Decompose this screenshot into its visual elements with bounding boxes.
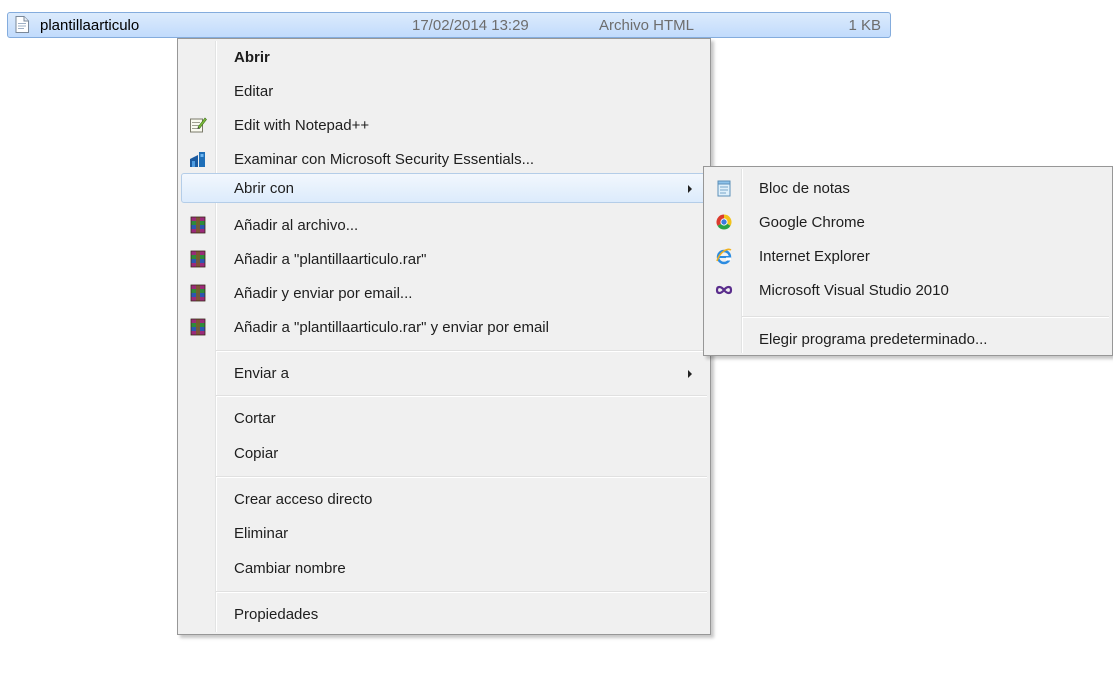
menu-item-anadir-rar[interactable]: Añadir a "plantillaarticulo.rar" <box>181 244 707 274</box>
menu-separator <box>216 476 707 478</box>
visual-studio-icon <box>715 285 733 295</box>
internet-explorer-icon <box>716 248 732 265</box>
menu-separator <box>742 316 1109 318</box>
submenu-item-google-chrome[interactable]: Google Chrome <box>707 207 1109 237</box>
menu-item-examinar-security-essentials[interactable]: Examinar con Microsoft Security Essentia… <box>181 144 707 174</box>
menu-separator <box>216 591 707 593</box>
file-row-plantillaarticulo[interactable]: plantillaarticulo 17/02/2014 13:29 Archi… <box>7 12 891 38</box>
submenu-item-bloc-de-notas[interactable]: Bloc de notas <box>707 173 1109 203</box>
menu-item-label: Añadir a "plantillaarticulo.rar" <box>234 251 427 268</box>
notepad-icon <box>717 180 731 197</box>
submenu-item-internet-explorer[interactable]: Internet Explorer <box>707 241 1109 271</box>
chrome-icon <box>716 214 732 230</box>
file-size: 1 KB <box>848 17 881 34</box>
submenu-arrow-icon <box>688 370 692 378</box>
menu-item-label: Eliminar <box>234 525 289 542</box>
menu-item-label: Añadir y enviar por email... <box>234 285 413 302</box>
menu-item-label: Enviar a <box>234 365 290 382</box>
file-date: 17/02/2014 13:29 <box>412 17 529 34</box>
menu-item-anadir-enviar-email[interactable]: Añadir y enviar por email... <box>181 278 707 308</box>
menu-item-abrir[interactable]: Abrir <box>181 42 707 72</box>
file-type: Archivo HTML <box>599 17 695 34</box>
menu-item-label: Propiedades <box>234 606 319 623</box>
submenu-item-label: Bloc de notas <box>759 180 850 197</box>
menu-item-eliminar[interactable]: Eliminar <box>181 518 707 548</box>
menu-item-label: Edit with Notepad++ <box>234 117 370 134</box>
menu-item-label: Copiar <box>234 445 279 462</box>
menu-item-label: Abrir con <box>234 180 295 197</box>
menu-item-cortar[interactable]: Cortar <box>181 403 707 433</box>
file-name[interactable]: plantillaarticulo <box>40 17 139 34</box>
winrar-icon <box>190 318 206 336</box>
menu-item-enviar-a[interactable]: Enviar a <box>181 358 707 388</box>
menu-item-label: Abrir <box>234 49 270 66</box>
menu-item-anadir-rar-enviar-email[interactable]: Añadir a "plantillaarticulo.rar" y envia… <box>181 312 707 342</box>
menu-item-label: Añadir a "plantillaarticulo.rar" y envia… <box>234 319 549 336</box>
submenu-item-label: Elegir programa predeterminado... <box>759 331 988 348</box>
open-with-submenu: Bloc de notas Google Chrome Internet Exp… <box>703 166 1113 356</box>
menu-item-cambiar-nombre[interactable]: Cambiar nombre <box>181 553 707 583</box>
context-menu: Abrir Editar Edit with Notepad++ Examina… <box>177 38 711 635</box>
menu-item-anadir-archivo[interactable]: Añadir al archivo... <box>181 210 707 240</box>
menu-item-copiar[interactable]: Copiar <box>181 438 707 468</box>
submenu-item-visual-studio-2010[interactable]: Microsoft Visual Studio 2010 <box>707 275 1109 305</box>
notepadpp-icon <box>190 117 207 133</box>
menu-item-label: Examinar con Microsoft Security Essentia… <box>234 151 535 168</box>
winrar-icon <box>190 250 206 268</box>
submenu-item-label: Microsoft Visual Studio 2010 <box>759 282 949 299</box>
winrar-icon <box>190 216 206 234</box>
menu-item-label: Editar <box>234 83 274 100</box>
menu-item-crear-acceso-directo[interactable]: Crear acceso directo <box>181 484 707 514</box>
winrar-icon <box>190 284 206 302</box>
submenu-arrow-icon <box>688 185 692 193</box>
submenu-item-elegir-programa[interactable]: Elegir programa predeterminado... <box>707 324 1109 354</box>
html-file-icon <box>15 16 29 33</box>
menu-item-label: Crear acceso directo <box>234 491 373 508</box>
submenu-item-label: Google Chrome <box>759 214 865 231</box>
menu-item-label: Cambiar nombre <box>234 560 346 577</box>
menu-item-editar[interactable]: Editar <box>181 76 707 106</box>
menu-item-label: Añadir al archivo... <box>234 217 359 234</box>
menu-item-edit-notepadpp[interactable]: Edit with Notepad++ <box>181 110 707 140</box>
menu-separator <box>216 350 707 352</box>
menu-separator <box>216 395 707 397</box>
menu-item-label: Cortar <box>234 410 276 427</box>
menu-item-abrir-con[interactable]: Abrir con <box>181 173 707 203</box>
menu-item-propiedades[interactable]: Propiedades <box>181 599 707 629</box>
submenu-item-label: Internet Explorer <box>759 248 870 265</box>
security-essentials-icon <box>190 152 205 167</box>
